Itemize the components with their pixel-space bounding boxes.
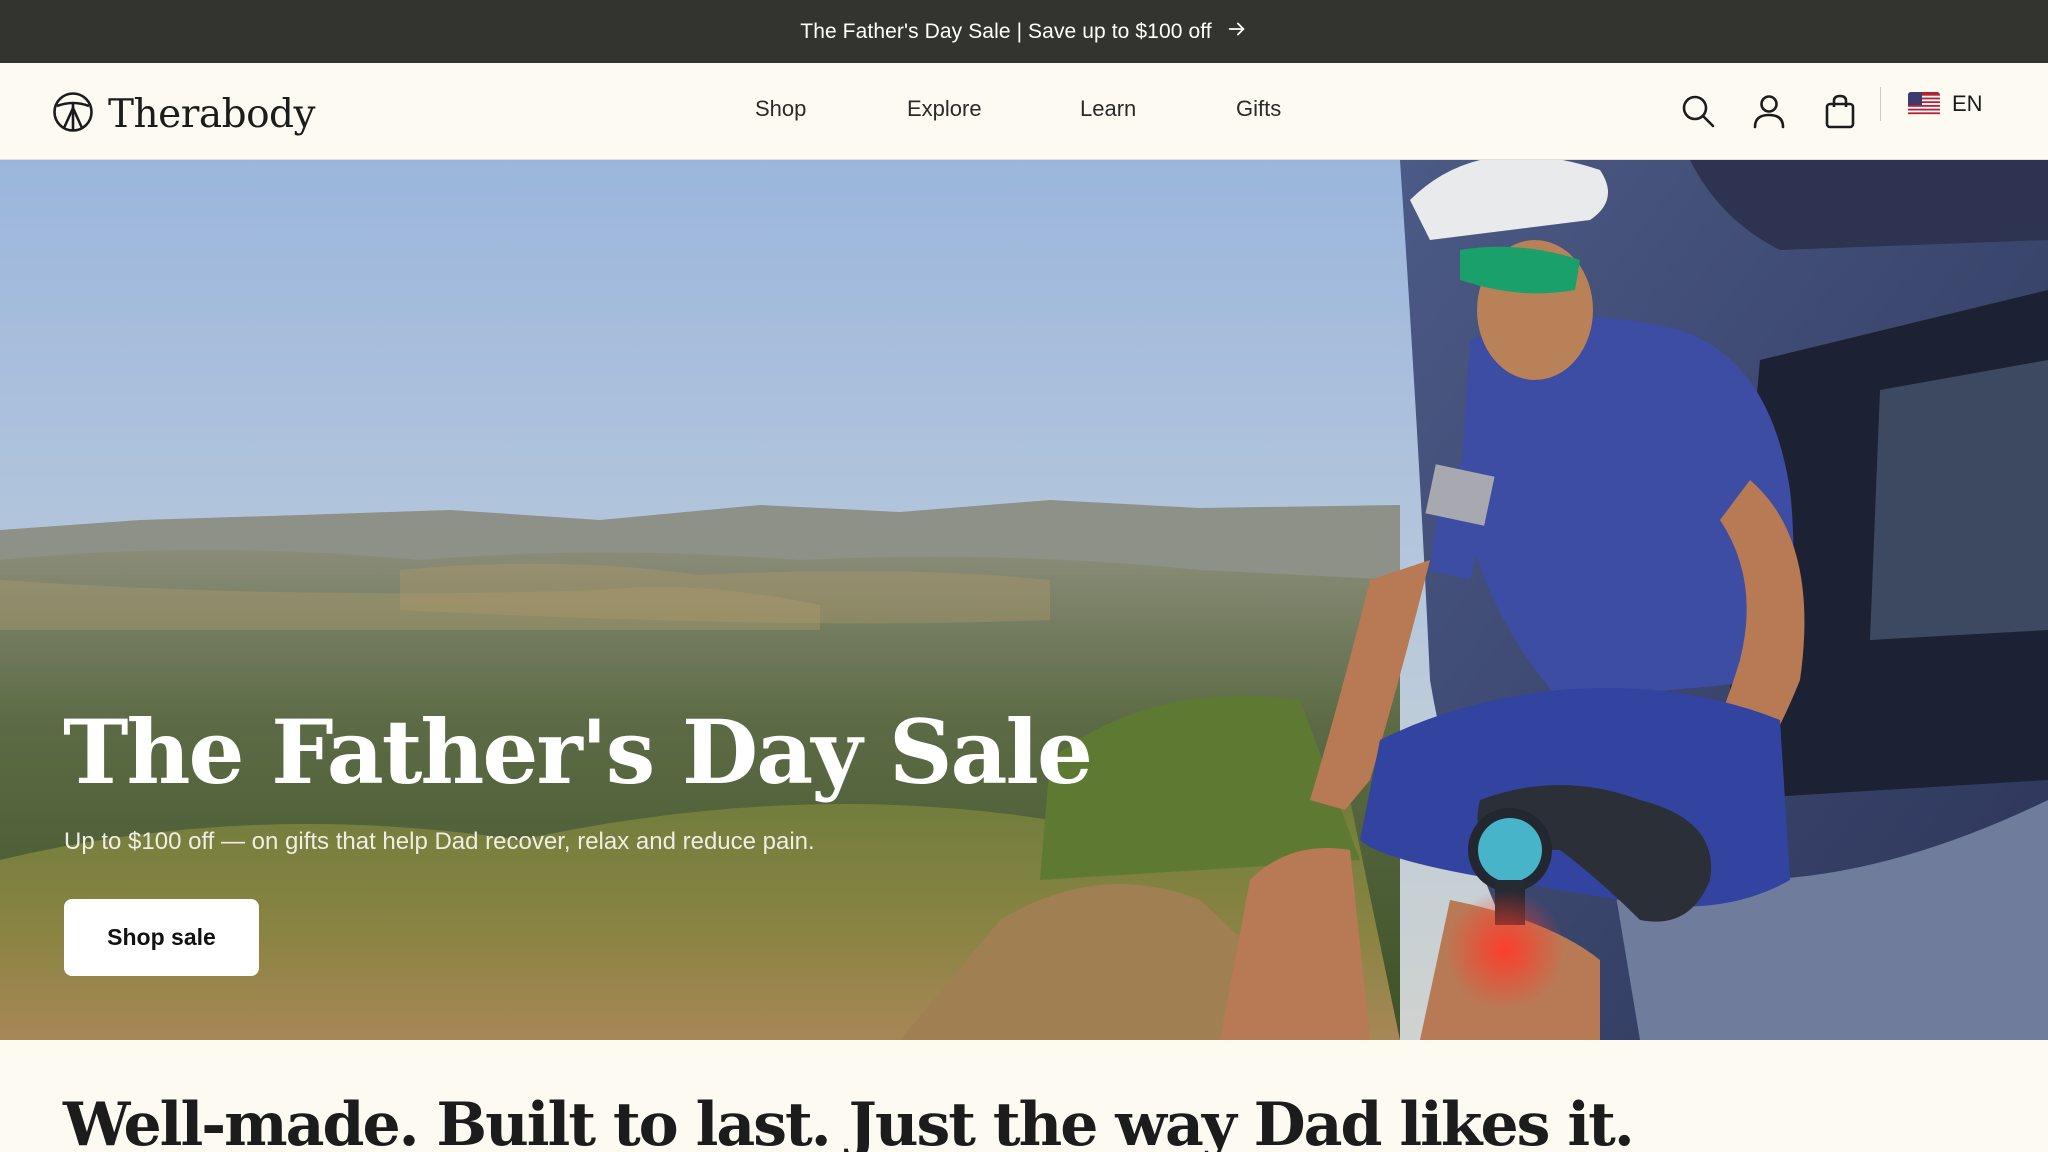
- hero-title: The Father's Day Sale: [63, 700, 1093, 804]
- announcement-text: The Father's Day Sale | Save up to $100 …: [800, 19, 1212, 43]
- site-header: Therabody Shop Explore Learn Gifts EN: [0, 63, 2048, 160]
- account-icon[interactable]: [1749, 91, 1789, 131]
- language-selector[interactable]: EN: [1908, 91, 1983, 117]
- therabody-logo-icon: [52, 91, 94, 138]
- search-icon[interactable]: [1678, 91, 1718, 131]
- cart-icon[interactable]: [1820, 91, 1860, 131]
- brand-name: Therabody: [108, 92, 316, 137]
- hero-subtitle: Up to $100 off — on gifts that help Dad …: [64, 828, 815, 855]
- nav-shop[interactable]: Shop: [755, 96, 806, 122]
- announcement-bar: The Father's Day Sale | Save up to $100 …: [0, 0, 2048, 63]
- nav-gifts[interactable]: Gifts: [1236, 96, 1281, 122]
- hero-banner: The Father's Day Sale Up to $100 off — o…: [0, 160, 2048, 1040]
- hero-image: [0, 160, 2048, 1040]
- nav-explore[interactable]: Explore: [907, 96, 982, 122]
- shop-sale-button[interactable]: Shop sale: [64, 899, 259, 976]
- section-title: Well-made. Built to last. Just the way D…: [63, 1090, 1635, 1152]
- arrow-right-icon: [1226, 18, 1248, 46]
- brand-logo[interactable]: Therabody: [52, 91, 316, 138]
- announcement-link[interactable]: The Father's Day Sale | Save up to $100 …: [800, 18, 1247, 46]
- header-divider: [1880, 87, 1881, 121]
- nav-learn[interactable]: Learn: [1080, 96, 1136, 122]
- us-flag-icon: [1908, 92, 1940, 116]
- language-code: EN: [1952, 91, 1983, 116]
